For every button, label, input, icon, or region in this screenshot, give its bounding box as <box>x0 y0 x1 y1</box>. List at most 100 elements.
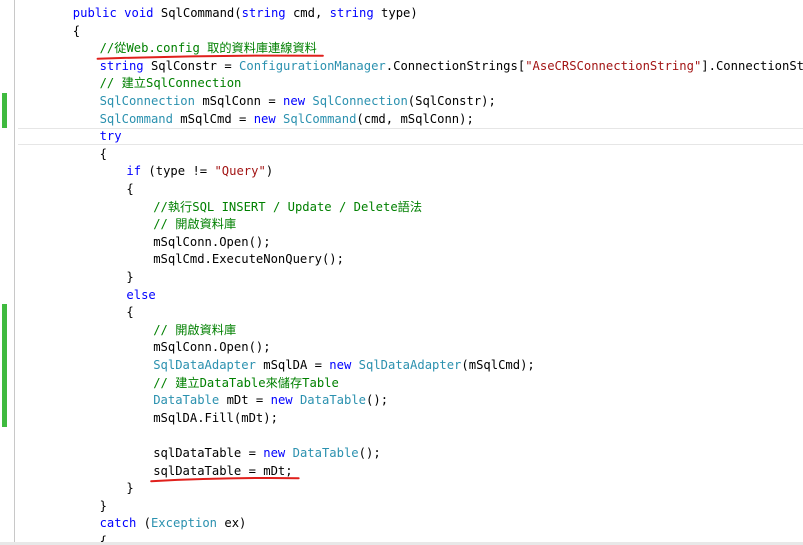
code-line[interactable]: mSqlCmd.ExecuteNonQuery(); <box>0 251 803 269</box>
code-line[interactable]: // 建立DataTable來儲存Table <box>0 375 803 393</box>
string-token: "Query" <box>214 164 266 179</box>
keyword-token: else <box>126 287 156 302</box>
code-line[interactable]: } <box>0 480 803 498</box>
code-line-text: { <box>100 146 107 164</box>
keyword-token: new <box>283 94 306 108</box>
code-line-text: mSqlCmd.ExecuteNonQuery(); <box>153 251 344 269</box>
code-token: .ConnectionStrings[ <box>385 58 526 73</box>
code-line-text: DataTable mDt = new DataTable(); <box>153 392 388 410</box>
type-token: DataTable <box>299 393 367 408</box>
code-line[interactable]: try <box>0 128 803 146</box>
code-line[interactable]: SqlDataAdapter mSqlDA = new SqlDataAdapt… <box>0 357 803 375</box>
code-line[interactable]: // 開啟資料庫 <box>0 322 803 340</box>
code-token: } <box>126 270 134 284</box>
code-token: } <box>126 481 134 496</box>
code-token: { <box>126 305 134 320</box>
code-line[interactable]: mSqlConn.Open(); <box>0 234 803 252</box>
code-token: ) <box>265 164 274 179</box>
code-token: ex) <box>217 516 247 531</box>
comment-token: // 建立SqlConnection <box>99 76 242 91</box>
code-token: type) <box>373 6 418 20</box>
code-line-text: SqlConnection mSqlConn = new SqlConnecti… <box>100 93 496 111</box>
code-line[interactable] <box>0 427 803 445</box>
code-line[interactable]: if (type != "Query") <box>0 163 803 181</box>
code-token: cmd, <box>285 6 330 20</box>
code-line-text: // 建立DataTable來儲存Table <box>153 375 339 393</box>
keyword-token: new <box>253 111 276 126</box>
code-token: ( <box>136 516 151 531</box>
code-line-text: { <box>73 23 80 41</box>
code-line-text: sqlDataTable = mDt; <box>153 463 292 481</box>
code-line-text: } <box>126 269 133 287</box>
code-line-text: catch (Exception ex) <box>100 515 247 533</box>
code-token: mSqlConn = <box>194 94 284 108</box>
code-token: } <box>99 498 107 513</box>
type-token: DataTable <box>292 446 359 460</box>
type-token: SqlDataAdapter <box>358 358 462 372</box>
type-token: SqlDataAdapter <box>153 358 256 372</box>
code-token: sqlDataTable = <box>153 446 264 460</box>
code-line[interactable]: //執行SQL INSERT / Update / Delete語法 <box>0 199 803 217</box>
code-line[interactable]: } <box>0 498 803 516</box>
code-line[interactable]: { <box>0 146 803 164</box>
code-line-text: //從Web.config 取的資料庫連線資料 <box>100 40 317 58</box>
keyword-token: new <box>263 446 286 460</box>
code-line[interactable]: sqlDataTable = mDt; <box>0 463 803 481</box>
code-line[interactable]: { <box>0 23 803 41</box>
code-line[interactable]: mSqlDA.Fill(mDt); <box>0 410 803 428</box>
keyword-token: void <box>124 6 154 20</box>
code-line[interactable]: else <box>0 287 803 305</box>
code-line-text: mSqlConn.Open(); <box>153 234 270 252</box>
code-line-text: } <box>100 498 107 516</box>
code-line[interactable]: // 開啟資料庫 <box>0 216 803 234</box>
code-line[interactable]: SqlCommand mSqlCmd = new SqlCommand(cmd,… <box>0 111 803 129</box>
code-token: mSqlDA = <box>255 358 330 372</box>
code-line[interactable]: sqlDataTable = new DataTable(); <box>0 445 803 463</box>
code-token: { <box>99 146 107 161</box>
keyword-token: catch <box>99 516 137 531</box>
comment-token: // 開啟資料庫 <box>153 217 237 232</box>
keyword-token: new <box>329 358 352 372</box>
type-token: SqlCommand <box>99 111 173 126</box>
code-line[interactable]: SqlConnection mSqlConn = new SqlConnecti… <box>0 93 803 111</box>
code-line-text: mSqlConn.Open(); <box>153 339 270 357</box>
code-line-text: } <box>126 480 133 498</box>
code-line[interactable]: } <box>0 269 803 287</box>
code-line[interactable]: { <box>0 181 803 199</box>
type-token: DataTable <box>153 393 220 408</box>
code-line[interactable]: catch (Exception ex) <box>0 515 803 533</box>
code-token: SqlCommand( <box>153 6 242 20</box>
keyword-token: public <box>72 6 117 20</box>
code-token: (type != <box>141 164 215 179</box>
code-token: mDt = <box>219 393 271 408</box>
code-line[interactable]: mSqlConn.Open(); <box>0 339 803 357</box>
type-token: SqlConnection <box>312 94 408 108</box>
code-line-text: // 開啟資料庫 <box>153 322 236 340</box>
code-token: (); <box>366 393 389 408</box>
code-line[interactable]: // 建立SqlConnection <box>0 75 803 93</box>
code-editor[interactable]: public void SqlCommand(string cmd, strin… <box>0 0 803 545</box>
code-line-text: //執行SQL INSERT / Update / Delete語法 <box>153 199 422 217</box>
code-token: (); <box>358 446 381 460</box>
code-token: (SqlConstr); <box>407 94 496 108</box>
comment-token: //從Web.config 取的資料庫連線資料 <box>99 41 317 56</box>
code-line-text: { <box>126 304 133 322</box>
type-token: Exception <box>150 516 218 531</box>
keyword-token: try <box>99 129 122 144</box>
code-line[interactable]: public void SqlCommand(string cmd, strin… <box>0 5 803 23</box>
code-line[interactable]: DataTable mDt = new DataTable(); <box>0 392 803 410</box>
keyword-token: string <box>329 6 374 20</box>
type-token: SqlCommand <box>283 111 357 126</box>
code-token: mSqlDA.Fill(mDt); <box>153 410 278 425</box>
code-line[interactable]: string SqlConstr = ConfigurationManager.… <box>0 58 803 76</box>
type-token: ConfigurationManager <box>239 58 386 73</box>
code-token: sqlDataTable = mDt; <box>153 463 293 478</box>
keyword-token: new <box>270 393 293 408</box>
keyword-token: string <box>241 6 286 20</box>
code-line[interactable]: { <box>0 304 803 322</box>
code-token: (cmd, mSqlConn); <box>356 111 474 126</box>
code-line-text: SqlCommand mSqlCmd = new SqlCommand(cmd,… <box>100 111 474 129</box>
code-line[interactable]: //從Web.config 取的資料庫連線資料 <box>0 40 803 58</box>
code-token: { <box>72 23 81 38</box>
